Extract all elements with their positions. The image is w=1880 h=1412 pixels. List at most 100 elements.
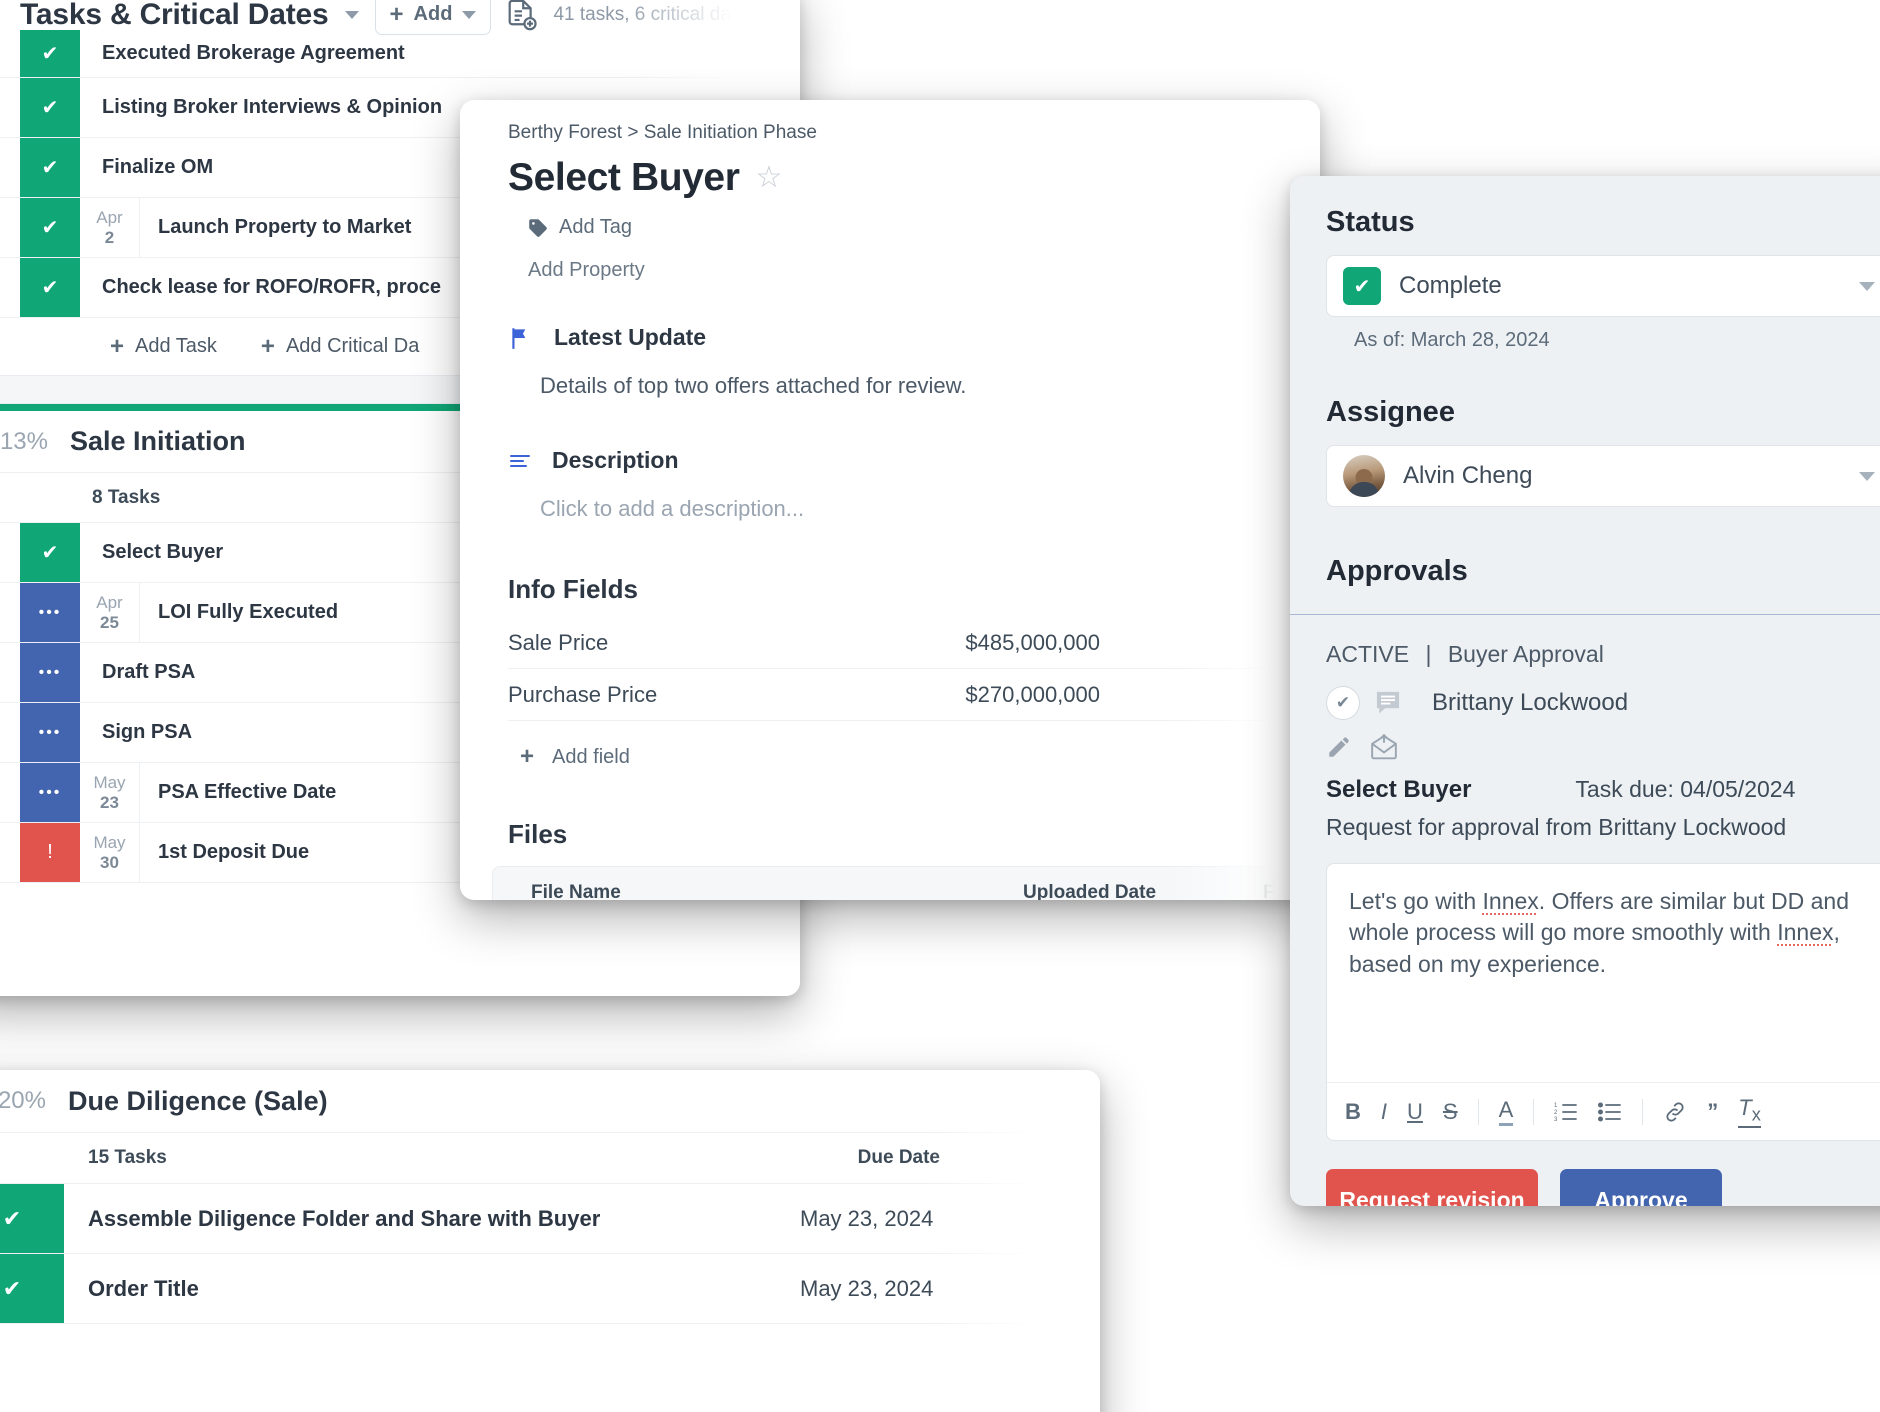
breadcrumb[interactable]: Berthy Forest > Sale Initiation Phase bbox=[460, 122, 1320, 144]
favorite-star-icon[interactable]: ☆ bbox=[0, 643, 20, 702]
phase-task-count: 15 Tasks bbox=[88, 1147, 167, 1168]
files-table-header: File Name Uploaded Date Fo bbox=[493, 867, 1299, 900]
assignee-select[interactable]: Alvin Cheng bbox=[1326, 445, 1880, 507]
phase-name: Due Diligence (Sale) bbox=[68, 1085, 328, 1116]
favorite-star-icon[interactable]: ☆ bbox=[0, 523, 20, 582]
favorite-star-icon[interactable]: ☆ bbox=[756, 163, 783, 193]
chevron-down-icon[interactable] bbox=[344, 10, 359, 19]
favorite-star-icon[interactable]: ★ bbox=[0, 30, 20, 77]
favorite-star-icon[interactable]: ☆ bbox=[0, 763, 20, 822]
date-month: Apr bbox=[96, 207, 123, 227]
critical-date: Apr 25 bbox=[80, 583, 140, 642]
info-field-row[interactable]: Sale Price $485,000,000 bbox=[508, 617, 1300, 669]
status-cell-in-progress[interactable]: ••• bbox=[20, 703, 80, 762]
status-cell-in-progress[interactable]: ••• bbox=[20, 763, 80, 822]
ordered-list-icon[interactable]: 123 bbox=[1554, 1101, 1578, 1123]
comment-text[interactable]: Let's go with Innex. Offers are similar … bbox=[1327, 864, 1880, 1082]
italic-icon[interactable]: I bbox=[1381, 1099, 1387, 1125]
status-cell-complete[interactable]: ✔ bbox=[20, 78, 80, 137]
column-due-date: Due Date bbox=[857, 1147, 940, 1168]
quote-icon[interactable]: ” bbox=[1707, 1099, 1718, 1125]
link-icon[interactable] bbox=[1663, 1101, 1687, 1123]
page-title: Tasks & Critical Dates bbox=[20, 0, 329, 31]
favorite-star-icon[interactable]: ★ bbox=[0, 138, 20, 197]
font-color-icon[interactable]: A bbox=[1498, 1097, 1514, 1126]
approval-task-due: Task due: 04/05/2024 bbox=[1575, 776, 1796, 802]
favorite-star-icon[interactable]: ☆ bbox=[0, 703, 20, 762]
comment-icon[interactable] bbox=[1374, 689, 1402, 717]
status-cell-complete[interactable]: ✔ bbox=[20, 138, 80, 197]
comment-line4: experience. bbox=[1487, 950, 1607, 977]
add-critical-date-button[interactable]: + Add Critical Da bbox=[261, 334, 419, 359]
approve-button[interactable]: Approve bbox=[1560, 1169, 1722, 1206]
toolbar-divider bbox=[1642, 1098, 1644, 1125]
favorite-star-icon[interactable]: ★ bbox=[0, 198, 20, 257]
add-task-button[interactable]: + Add Task bbox=[110, 334, 217, 359]
info-field-value: $485,000,000 bbox=[965, 629, 1100, 655]
toolbar-divider bbox=[1477, 1098, 1479, 1125]
status-as-of: As of: March 28, 2024 bbox=[1354, 329, 1550, 351]
chevron-down-icon[interactable] bbox=[1859, 471, 1875, 481]
favorite-star-icon[interactable]: ☆ bbox=[0, 823, 20, 882]
rich-text-toolbar: B I U S A 123 ” Tx bbox=[1327, 1082, 1880, 1140]
phase-header-due-diligence[interactable]: 20% Due Diligence (Sale) bbox=[0, 1070, 1100, 1132]
latest-update-text: Details of top two offers attached for r… bbox=[540, 373, 967, 398]
files-label: Files bbox=[508, 819, 568, 849]
approval-type: Buyer Approval bbox=[1447, 641, 1604, 667]
info-field-value: $270,000,000 bbox=[965, 681, 1100, 707]
status-cell-complete[interactable]: ✔ bbox=[0, 1184, 64, 1253]
critical-date: May 23 bbox=[80, 763, 140, 822]
add-property-button[interactable]: Add Property bbox=[528, 259, 1320, 282]
send-email-icon[interactable] bbox=[1370, 734, 1398, 760]
approved-check-icon[interactable]: ✔ bbox=[1326, 686, 1360, 720]
approvals-side-panel: Status ✔ Complete As of: March 28, 2024 … bbox=[1290, 176, 1880, 1206]
clear-format-icon[interactable]: Tx bbox=[1738, 1095, 1761, 1128]
favorite-star-icon[interactable]: ☆ bbox=[0, 583, 20, 642]
status-label: Status bbox=[1326, 206, 1415, 238]
status-select[interactable]: ✔ Complete bbox=[1326, 255, 1880, 317]
approval-request-text: Request for approval from Brittany Lockw… bbox=[1326, 814, 1787, 840]
task-due-date: May 23, 2024 bbox=[800, 1275, 934, 1301]
approver-name: Brittany Lockwood bbox=[1432, 689, 1629, 716]
table-row[interactable]: ✔ Order Title May 23, 2024 bbox=[0, 1254, 1100, 1324]
status-value: Complete bbox=[1399, 272, 1502, 299]
add-field-label: Add field bbox=[552, 745, 630, 768]
unordered-list-icon[interactable] bbox=[1598, 1101, 1622, 1123]
favorite-star-icon[interactable]: ☆ bbox=[0, 78, 20, 137]
table-row[interactable]: ✔ Assemble Diligence Folder and Share wi… bbox=[0, 1184, 1100, 1254]
add-field-button[interactable]: + Add field bbox=[520, 745, 1320, 769]
chevron-down-icon[interactable] bbox=[1859, 281, 1875, 291]
edit-pencil-icon[interactable] bbox=[1326, 734, 1352, 760]
bold-icon[interactable]: B bbox=[1345, 1099, 1361, 1125]
info-field-key: Sale Price bbox=[508, 629, 609, 655]
due-diligence-panel: 20% Due Diligence (Sale) 15 Tasks Due Da… bbox=[0, 1070, 1100, 1412]
description-input[interactable]: Click to add a description... bbox=[460, 496, 1320, 522]
approval-meta: ACTIVE | Buyer Approval bbox=[1326, 615, 1880, 668]
check-icon: ✔ bbox=[1343, 267, 1381, 305]
approval-comment-editor[interactable]: Let's go with Innex. Offers are similar … bbox=[1326, 863, 1880, 1141]
request-revision-button[interactable]: Request revision bbox=[1326, 1169, 1538, 1206]
task-due-date: May 23, 2024 bbox=[800, 1205, 934, 1231]
latest-update-label: Latest Update bbox=[554, 324, 707, 350]
status-cell-in-progress[interactable]: ••• bbox=[20, 583, 80, 642]
add-button-label: Add bbox=[413, 3, 453, 25]
table-row[interactable]: ★ ✔ Executed Brokerage Agreement bbox=[0, 30, 800, 78]
status-cell-complete[interactable]: ✔ bbox=[20, 523, 80, 582]
chevron-down-icon[interactable] bbox=[462, 10, 477, 19]
info-field-row[interactable]: Purchase Price $270,000,000 bbox=[508, 669, 1300, 721]
status-cell-in-progress[interactable]: ••• bbox=[20, 643, 80, 702]
approval-divider: | bbox=[1425, 641, 1432, 667]
add-tag-button[interactable]: Add Tag bbox=[528, 216, 1320, 239]
task-count-label: 41 tasks, 6 critical dates bbox=[553, 3, 757, 25]
status-cell-complete[interactable]: ✔ bbox=[20, 258, 80, 317]
flag-icon bbox=[512, 327, 526, 349]
task-name: Executed Brokerage Agreement bbox=[102, 42, 405, 64]
strikethrough-icon[interactable]: S bbox=[1443, 1099, 1458, 1125]
favorite-star-icon[interactable]: ☆ bbox=[0, 258, 20, 317]
status-cell-overdue[interactable]: ! bbox=[20, 823, 80, 882]
underline-icon[interactable]: U bbox=[1407, 1099, 1423, 1125]
status-cell-complete[interactable]: ✔ bbox=[20, 198, 80, 257]
add-document-icon[interactable] bbox=[507, 0, 538, 31]
status-cell-complete[interactable]: ✔ bbox=[0, 1254, 64, 1323]
status-cell-complete[interactable]: ✔ bbox=[20, 30, 80, 77]
